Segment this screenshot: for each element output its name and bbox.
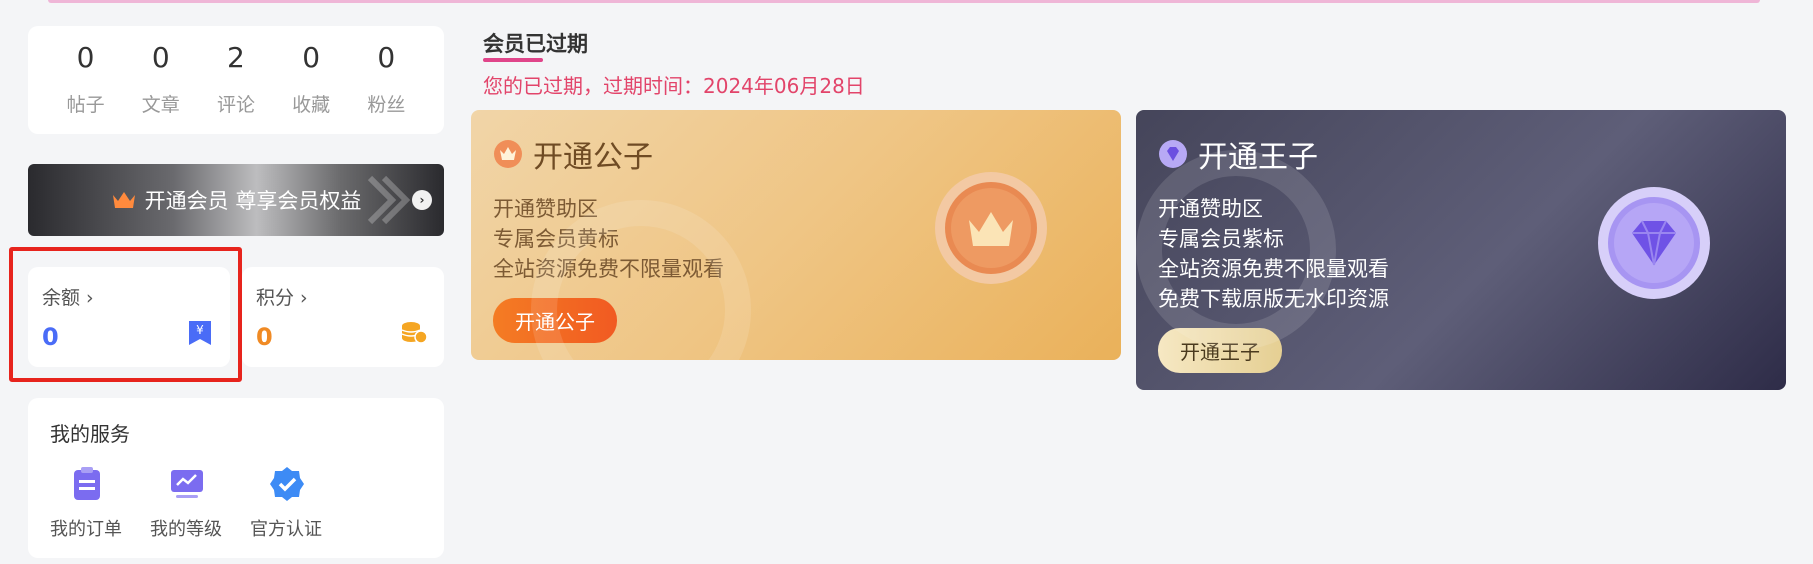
title-underline [483, 58, 543, 62]
expire-message: 您的已过期，过期时间：2024年06月28日 [483, 74, 865, 98]
stat-value: 0 [377, 40, 396, 74]
points-label: 积分 › [256, 287, 308, 309]
stat-label: 收藏 [292, 93, 331, 116]
stat-favorites[interactable]: 0 收藏 [276, 40, 346, 117]
order-icon [74, 467, 100, 500]
stat-value: 0 [302, 40, 321, 74]
user-stats-card: 0 帖子 0 文章 2 评论 0 收藏 0 粉丝 [28, 26, 444, 134]
verified-icon [270, 467, 304, 501]
stat-posts[interactable]: 0 帖子 [51, 40, 121, 117]
stat-label: 粉丝 [367, 93, 406, 116]
crown-badge-icon [494, 140, 522, 168]
stat-label: 文章 [141, 93, 180, 116]
stat-value: 0 [76, 40, 95, 74]
stat-value: 0 [151, 40, 170, 74]
chevron-decoration-icon [367, 175, 410, 225]
points-card[interactable]: 积分 › 0 [242, 267, 444, 367]
service-label: 我的订单 [50, 519, 122, 540]
level-icon [171, 470, 203, 498]
stat-fans[interactable]: 0 粉丝 [351, 40, 421, 117]
crown-icon [112, 192, 135, 208]
chevron-right-icon: › [412, 190, 432, 210]
membership-status-title: 会员已过期 [483, 32, 588, 56]
plan-card-gongzi: 开通公子 开通赞助区 专属会员黄标 全站资源免费不限量观看 开通公子 [471, 110, 1121, 360]
diamond-emblem-icon [1598, 187, 1710, 299]
stat-comments[interactable]: 2 评论 [201, 40, 271, 117]
vip-upgrade-banner[interactable]: 开通会员 尊享会员权益 › [28, 164, 444, 236]
service-label: 官方认证 [250, 519, 322, 540]
plan-title: 开通公子 [533, 140, 653, 175]
services-title: 我的服务 [50, 422, 130, 446]
service-label: 我的等级 [150, 519, 222, 540]
service-my-orders[interactable]: 我的订单 [50, 465, 150, 541]
stat-label: 帖子 [66, 93, 105, 116]
service-official-verification[interactable]: 官方认证 [250, 465, 350, 541]
vip-banner-text: 开通会员 尊享会员权益 [144, 189, 362, 213]
decorative-swirl [1136, 150, 1336, 350]
plan-card-wangzi: 开通王子 开通赞助区 专属会员紫标 全站资源免费不限量观看 免费下载原版无水印资… [1136, 110, 1786, 390]
crown-emblem-icon [935, 172, 1047, 284]
stat-label: 评论 [216, 93, 255, 116]
highlight-box [9, 247, 242, 382]
coins-icon [401, 322, 428, 344]
points-value: 0 [256, 323, 273, 351]
stat-value: 2 [227, 40, 245, 74]
service-my-level[interactable]: 我的等级 [150, 465, 250, 541]
top-accent-bar [48, 0, 1760, 3]
stat-articles[interactable]: 0 文章 [126, 40, 196, 117]
my-services-card: 我的服务 我的订单 我的等级 官方认证 [28, 398, 444, 558]
